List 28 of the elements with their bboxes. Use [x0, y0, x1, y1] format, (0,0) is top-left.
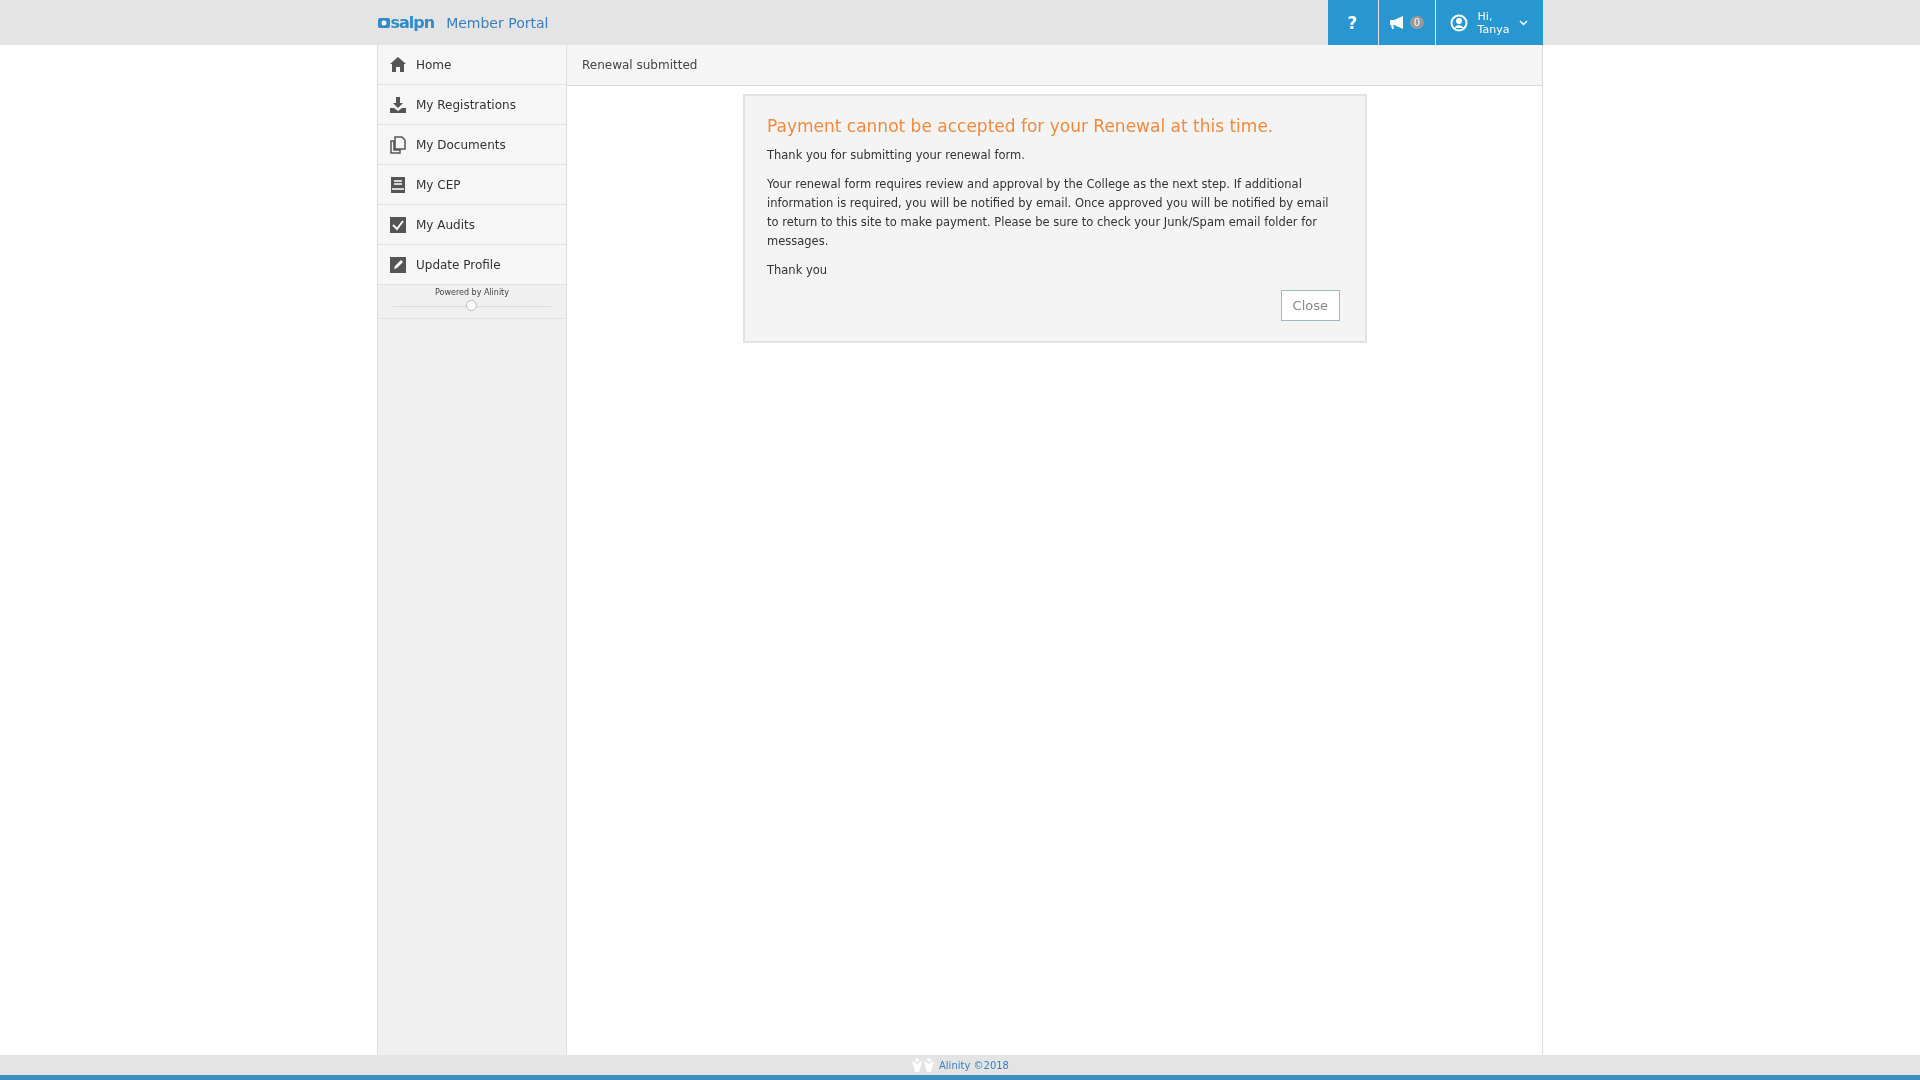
book-icon [389, 175, 407, 194]
edit-icon [389, 255, 407, 274]
portal-title: Member Portal [446, 14, 549, 31]
footer-copyright: Alinity ©2018 [939, 1059, 1009, 1071]
slider-thumb[interactable] [466, 300, 477, 311]
message-text: Thank you [767, 262, 829, 279]
powered-by-text: Powered by Alinity [434, 287, 510, 297]
sidebar-item[interactable]: Update Profile [378, 245, 566, 285]
sidebar-item[interactable]: Home [378, 45, 566, 85]
download-icon [389, 95, 407, 114]
sidebar-item[interactable]: My Registrations [378, 85, 566, 125]
check-icon [389, 215, 407, 234]
megaphone-icon [1388, 15, 1406, 30]
sidebar-item[interactable]: My Documents [378, 125, 566, 165]
notification-count: 0 [1409, 16, 1425, 29]
sidebar-item[interactable]: My CEP [378, 165, 566, 205]
logo: salpn [377, 13, 435, 32]
page-title: Renewal submitted [582, 58, 698, 72]
home-icon [389, 55, 407, 74]
people-icon [911, 1058, 935, 1072]
close-button[interactable]: Close [1280, 290, 1340, 321]
user-icon [1449, 13, 1468, 32]
message-text: Your renewal form requires review and approval by the College as the next step. If additional information is required, you will be notified by email. Once approved you will be notified by email to return to this site to make payment. Please be sure to check your Junk/Spam email folder for messages. [767, 176, 1330, 250]
documents-icon [389, 135, 407, 154]
chevron-down-icon [1519, 19, 1529, 26]
sidebar-item[interactable]: My Audits [378, 205, 566, 245]
message-text: Thank you for submitting your renewal form. [767, 147, 1026, 164]
message-title: Payment cannot be accepted for your Renewal at this time. [767, 116, 1275, 136]
